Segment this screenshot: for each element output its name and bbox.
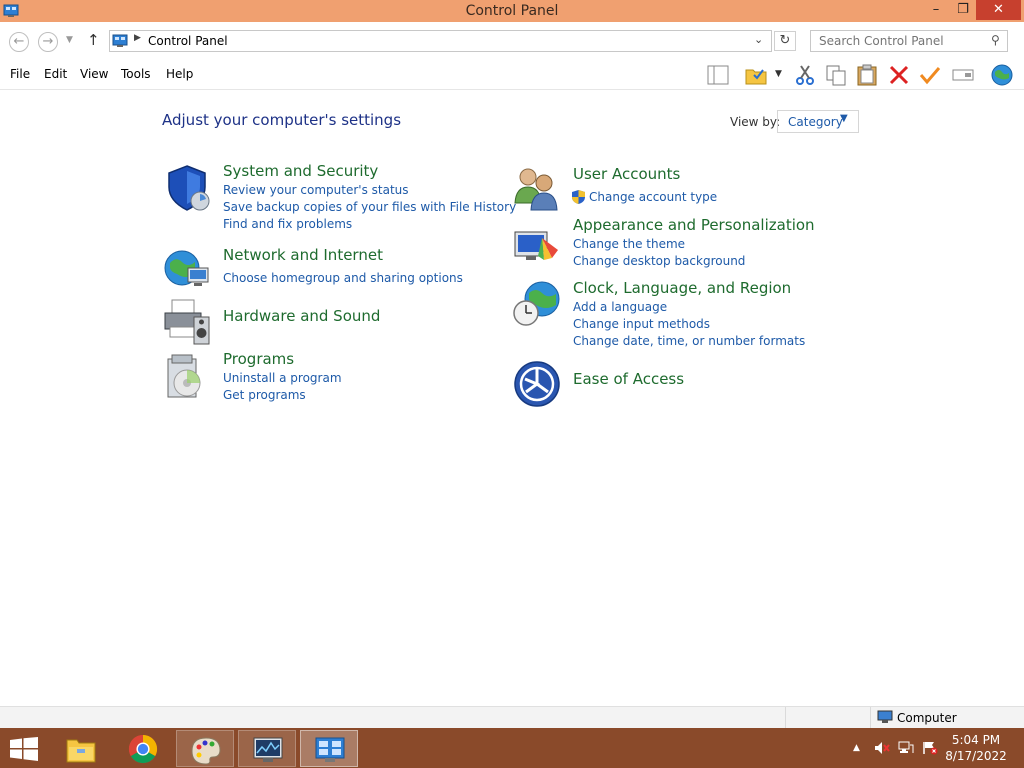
view-by-label: View by: [730,115,781,129]
rename-icon[interactable] [951,63,975,87]
taskbar-chrome[interactable] [114,730,172,767]
refresh-button[interactable]: ↻ [774,31,796,51]
status-bar: Computer [0,706,1024,728]
network-internet-globe-icon[interactable] [162,246,212,296]
action-center-flag-icon[interactable] [922,741,938,755]
clock-date: 8/17/2022 [945,749,1007,763]
category-network-and-internet[interactable]: Network and Internet [223,246,383,264]
menu-file[interactable]: File [10,67,30,81]
menu-tools[interactable]: Tools [121,67,151,81]
title-bar: Control Panel – ❐ ✕ [0,0,1024,22]
category-hardware-and-sound[interactable]: Hardware and Sound [223,307,380,325]
category-system-and-security[interactable]: System and Security [223,162,378,180]
file-explorer-icon [66,739,96,763]
system-security-shield-icon[interactable] [162,163,212,213]
taskbar-file-explorer[interactable] [52,730,110,767]
link-change-date-time-formats[interactable]: Change date, time, or number formats [573,334,805,348]
user-accounts-icon[interactable] [512,163,562,213]
taskbar: ▲ 5:04 PM 8/17/2022 [0,728,1024,768]
volume-muted-icon[interactable] [874,741,890,755]
control-panel-icon [112,34,128,47]
taskbar-performance-monitor[interactable] [238,730,296,767]
up-arrow-icon[interactable]: ↑ [87,31,100,49]
close-button[interactable]: ✕ [976,0,1021,20]
computer-icon [877,710,893,723]
control-panel-taskbar-icon [315,737,345,762]
link-add-language[interactable]: Add a language [573,300,667,314]
search-icon[interactable]: ⚲ [991,33,1000,47]
properties-check-icon[interactable] [918,63,942,87]
menu-toolbar-row: File Edit View Tools Help ▼ [0,60,1024,90]
cut-icon[interactable] [793,63,817,87]
show-hidden-icons-button[interactable]: ▲ [853,743,860,753]
category-ease-of-access[interactable]: Ease of Access [573,370,684,388]
network-icon[interactable] [898,741,914,755]
paste-icon[interactable] [855,63,879,87]
performance-monitor-icon [253,737,283,762]
layout-pane-icon[interactable] [706,63,730,87]
status-location: Computer [897,711,957,725]
paint-palette-icon [191,737,221,765]
forward-button[interactable]: → [38,32,58,52]
page-title: Adjust your computer's settings [162,111,402,129]
link-get-programs[interactable]: Get programs [223,388,306,402]
window-title: Control Panel [465,3,559,19]
link-change-account-type[interactable]: Change account type [589,190,717,204]
clock-language-region-icon[interactable] [512,279,562,329]
link-file-history-backup[interactable]: Save backup copies of your files with Fi… [223,200,516,214]
folder-options-icon[interactable] [744,63,768,87]
taskbar-paint[interactable] [176,730,234,767]
category-programs[interactable]: Programs [223,350,294,368]
view-by-value: Category [788,115,843,129]
link-uninstall-program[interactable]: Uninstall a program [223,371,342,385]
breadcrumb-control-panel[interactable]: Control Panel [148,34,228,48]
menu-help[interactable]: Help [166,67,193,81]
link-change-theme[interactable]: Change the theme [573,237,685,251]
chrome-icon [128,734,158,764]
hardware-sound-printer-icon[interactable] [162,297,212,347]
link-find-fix-problems[interactable]: Find and fix problems [223,217,352,231]
address-bar[interactable]: ▶ Control Panel ⌄ [109,30,772,52]
link-review-computer-status[interactable]: Review your computer's status [223,183,409,197]
delete-icon[interactable] [887,63,911,87]
folder-options-dropdown-icon[interactable]: ▼ [775,69,782,79]
uac-shield-icon [572,190,585,204]
restore-button[interactable]: ❐ [950,0,976,20]
search-box[interactable]: ⚲ [810,30,1008,52]
view-by-select[interactable]: Category ▼ [777,110,859,133]
minimize-button[interactable]: – [922,0,950,20]
menu-view[interactable]: View [80,67,108,81]
view-by-dropdown-icon: ▼ [840,113,848,124]
back-button[interactable]: ← [9,32,29,52]
ease-of-access-icon[interactable] [512,359,562,409]
address-row: ← → ▼ ↑ ▶ Control Panel ⌄ ↻ ⚲ [0,22,1024,60]
clock-time: 5:04 PM [951,733,1001,747]
appearance-personalization-icon[interactable] [512,222,562,272]
recent-locations-chevron-icon[interactable]: ▼ [66,35,73,45]
address-dropdown-icon[interactable]: ⌄ [754,33,763,46]
category-user-accounts[interactable]: User Accounts [573,165,680,183]
menu-edit[interactable]: Edit [44,67,67,81]
programs-box-icon[interactable] [162,351,212,401]
breadcrumb-separator-icon[interactable]: ▶ [134,33,141,43]
globe-icon[interactable] [990,63,1014,87]
category-clock-language-region[interactable]: Clock, Language, and Region [573,279,791,297]
taskbar-clock[interactable]: 5:04 PM 8/17/2022 [940,732,1012,764]
link-homegroup-sharing[interactable]: Choose homegroup and sharing options [223,271,463,285]
category-appearance-and-personalization[interactable]: Appearance and Personalization [573,216,815,234]
link-change-desktop-background[interactable]: Change desktop background [573,254,745,268]
start-windows-icon[interactable] [10,737,38,761]
taskbar-control-panel[interactable] [300,730,358,767]
status-divider [870,707,871,728]
status-divider [785,707,786,728]
search-input[interactable] [811,31,987,51]
copy-icon[interactable] [824,63,848,87]
link-change-input-methods[interactable]: Change input methods [573,317,710,331]
